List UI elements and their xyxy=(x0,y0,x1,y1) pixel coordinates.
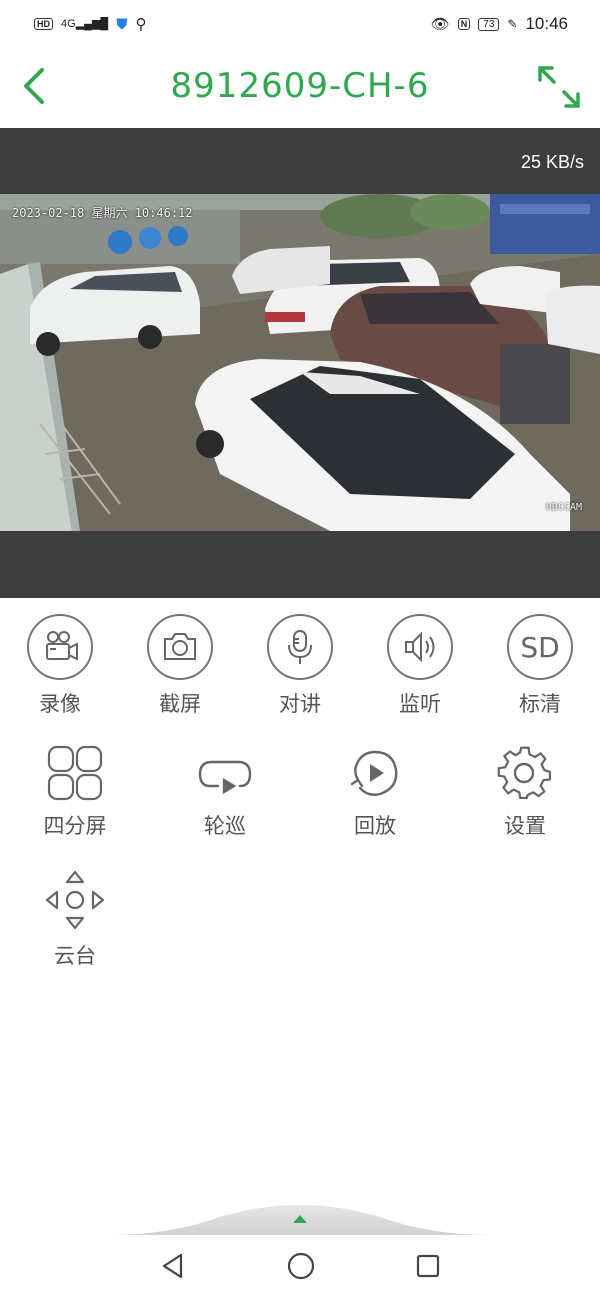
bottom-sheet-handle[interactable] xyxy=(110,1195,490,1235)
status-bar: HD 4G▂▄▆█ ⛊ ⚲ 👁 N 73 ✎ 10:46 xyxy=(0,0,600,48)
talk-circle xyxy=(267,614,333,680)
search-notification-icon: ⚲ xyxy=(135,15,147,33)
sheet-curve xyxy=(110,1205,490,1235)
signal-icon: 4G▂▄▆█ xyxy=(61,17,109,30)
listen-button[interactable]: 监听 xyxy=(360,614,480,718)
leaf-icon: ✎ xyxy=(507,17,518,31)
sd-icon: SD xyxy=(520,630,560,664)
screenshot-circle xyxy=(147,614,213,680)
talk-label: 对讲 xyxy=(279,692,321,716)
ptz-label: 云台 xyxy=(54,944,96,968)
quality-circle: SD xyxy=(507,614,573,680)
playback-label: 回放 xyxy=(354,814,396,838)
shield-icon: ⛊ xyxy=(116,15,128,33)
control-row-primary: 录像 截屏 对讲 监听 SD 标清 xyxy=(0,614,600,724)
settings-label: 设置 xyxy=(504,814,546,838)
battery-icon: 73 xyxy=(478,17,500,31)
page-title: 8912609-CH-6 xyxy=(170,66,430,106)
video-panel[interactable]: 25 KB/s 2023-02-18 星期六 10:46:12 HDCCAM xyxy=(0,128,600,598)
status-time: 10:46 xyxy=(525,14,568,33)
camera-feed[interactable]: 2023-02-18 星期六 10:46:12 HDCCAM xyxy=(0,194,600,531)
osd-brand: HDCCAM xyxy=(545,502,582,513)
talk-button[interactable]: 对讲 xyxy=(240,614,360,718)
cycle-button[interactable]: 轮巡 xyxy=(150,744,300,840)
osd-timestamp: 2023-02-18 星期六 10:46:12 xyxy=(12,206,193,220)
camera-icon xyxy=(164,633,196,660)
hd-badge: HD xyxy=(34,18,53,30)
nav-back-icon[interactable] xyxy=(159,1252,187,1280)
listen-circle xyxy=(387,614,453,680)
microphone-icon xyxy=(288,630,312,664)
quality-label: 标清 xyxy=(519,692,561,716)
playback-button[interactable]: 回放 xyxy=(300,744,450,840)
cycle-icon xyxy=(198,760,252,795)
quad-screen-icon xyxy=(47,745,103,801)
status-right: 👁 N 73 ✎ 10:46 xyxy=(431,14,568,34)
record-button[interactable]: 录像 xyxy=(0,614,120,718)
playback-icon xyxy=(350,750,398,796)
nfc-icon: N xyxy=(457,18,471,30)
quality-button[interactable]: SD 标清 xyxy=(480,614,600,718)
record-label: 录像 xyxy=(39,692,81,716)
listen-label: 监听 xyxy=(399,692,441,716)
status-left: HD 4G▂▄▆█ ⛊ ⚲ xyxy=(34,16,146,33)
system-nav-bar xyxy=(0,1235,600,1297)
record-circle xyxy=(27,614,93,680)
network-type: 4G xyxy=(61,17,76,30)
nav-home-icon[interactable] xyxy=(286,1251,316,1281)
speaker-icon xyxy=(405,631,435,663)
quad-screen-label: 四分屏 xyxy=(43,814,107,838)
screenshot-label: 截屏 xyxy=(159,692,201,716)
nav-recents-icon[interactable] xyxy=(415,1253,441,1279)
ptz-button[interactable]: 云台 xyxy=(0,868,150,970)
app-header: 8912609-CH-6 xyxy=(0,48,600,128)
screenshot-button[interactable]: 截屏 xyxy=(120,614,240,718)
eye-icon: 👁 xyxy=(430,15,450,33)
camera-scene xyxy=(0,194,600,531)
cycle-label: 轮巡 xyxy=(204,814,246,838)
expand-icon xyxy=(538,66,580,108)
fullscreen-button[interactable] xyxy=(536,64,582,110)
bitrate-readout: 25 KB/s xyxy=(520,152,584,172)
gear-icon xyxy=(497,746,552,800)
quad-screen-button[interactable]: 四分屏 xyxy=(0,744,150,840)
video-camera-icon xyxy=(46,631,78,661)
ptz-icon xyxy=(45,870,105,930)
settings-button[interactable]: 设置 xyxy=(450,744,600,840)
